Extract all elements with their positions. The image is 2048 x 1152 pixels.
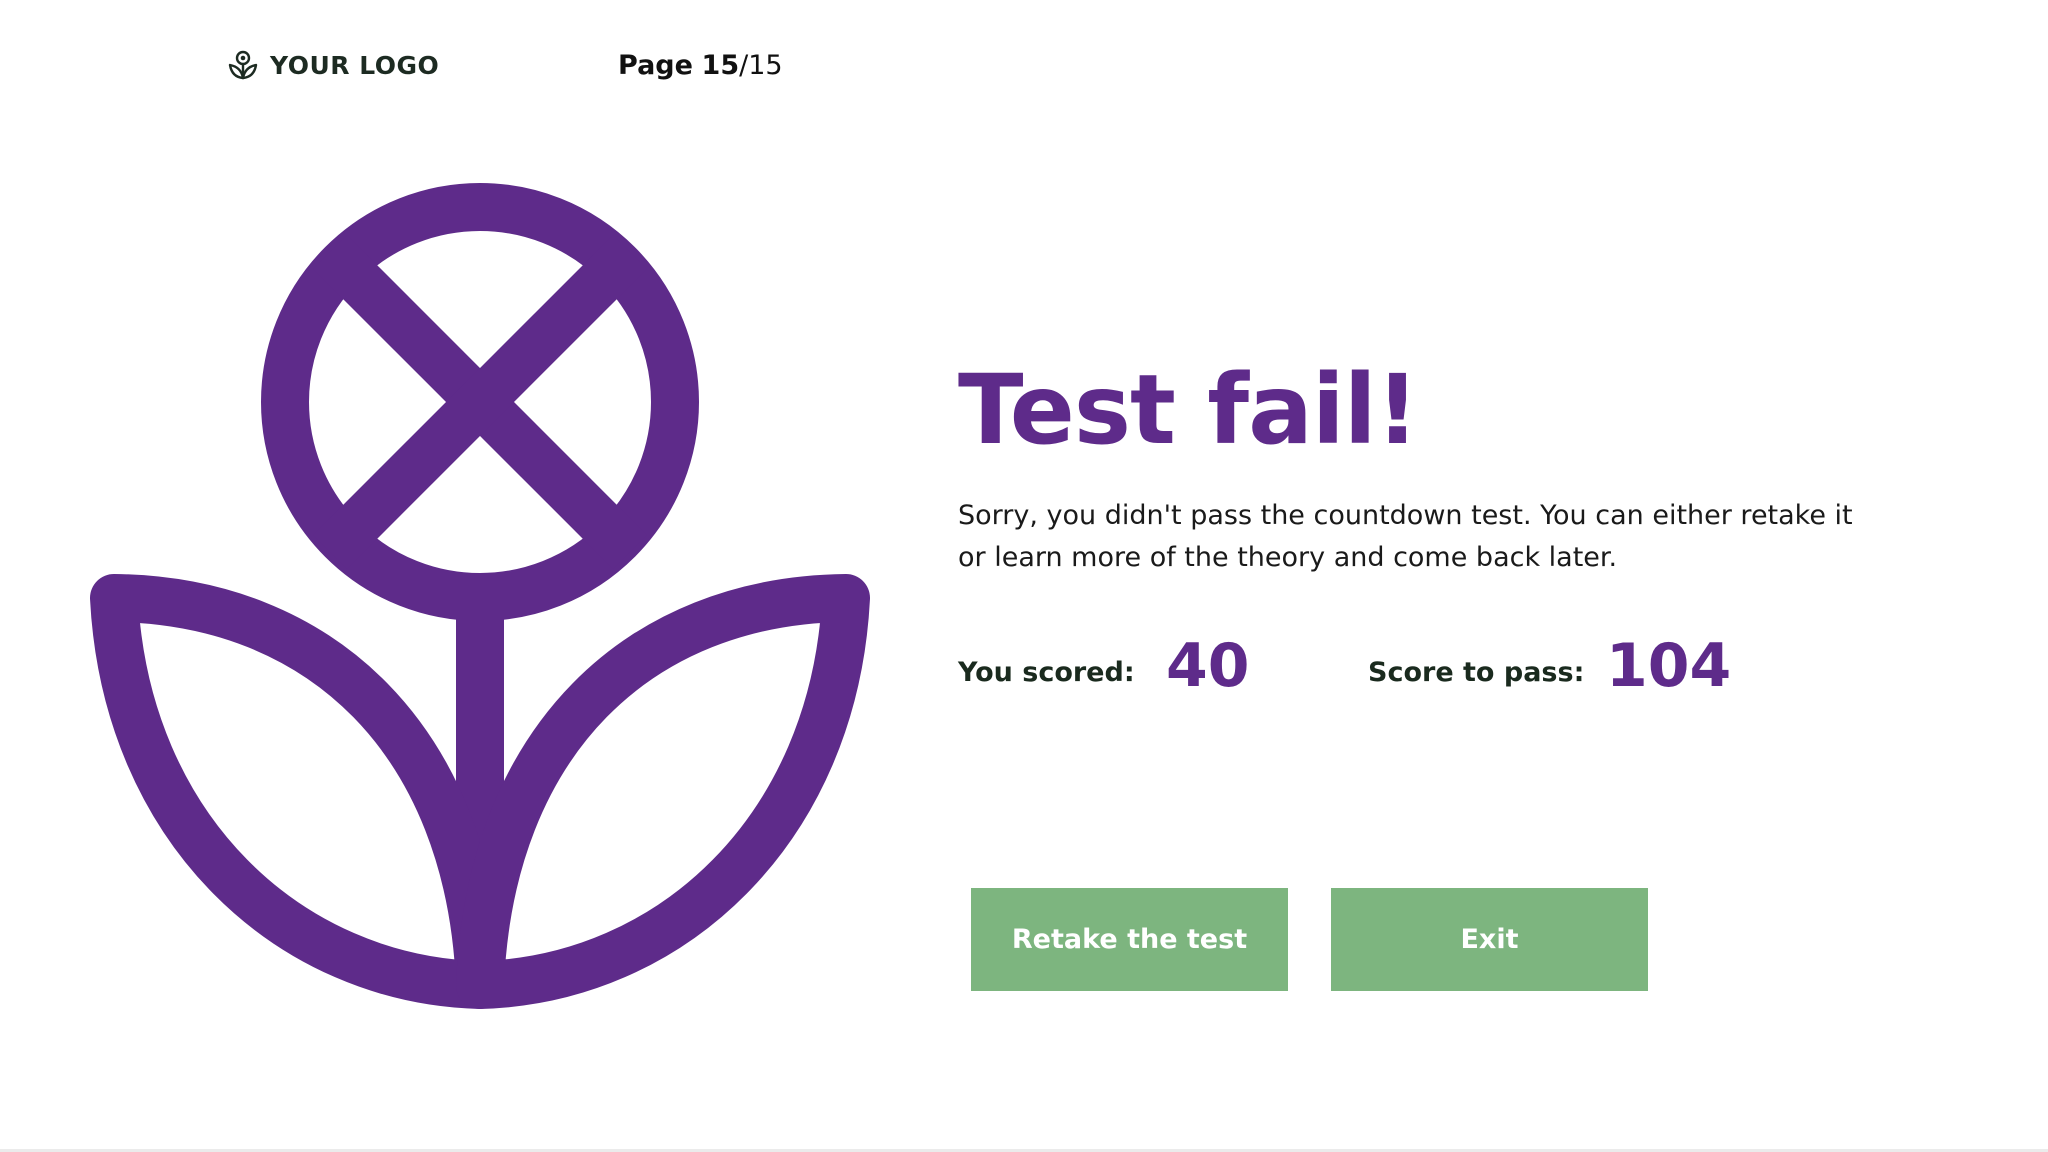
you-scored-value: 40 [1166,631,1250,701]
failed-flower-icon [90,180,880,1010]
page-label: Page [618,50,693,81]
exit-button[interactable]: Exit [1331,888,1648,991]
page-current: 15 [701,50,740,81]
you-scored-label: You scored: [958,657,1135,688]
score-to-pass-label: Score to pass: [1368,657,1585,688]
result-message: Sorry, you didn't pass the countdown tes… [958,500,1853,573]
flower-icon [228,50,258,80]
logo[interactable]: YOUR LOGO [228,50,439,80]
retake-test-button[interactable]: Retake the test [971,888,1288,991]
page-title: Test fail! [958,354,1419,466]
result-page: YOUR LOGO Page 15/15 Test fail! Sorry, y… [0,0,2048,1152]
page-separator: / [739,50,749,81]
page-total: 15 [748,50,783,81]
score-to-pass-value: 104 [1606,631,1732,701]
logo-text: YOUR LOGO [270,50,440,80]
page-counter: Page 15/15 [618,50,783,81]
